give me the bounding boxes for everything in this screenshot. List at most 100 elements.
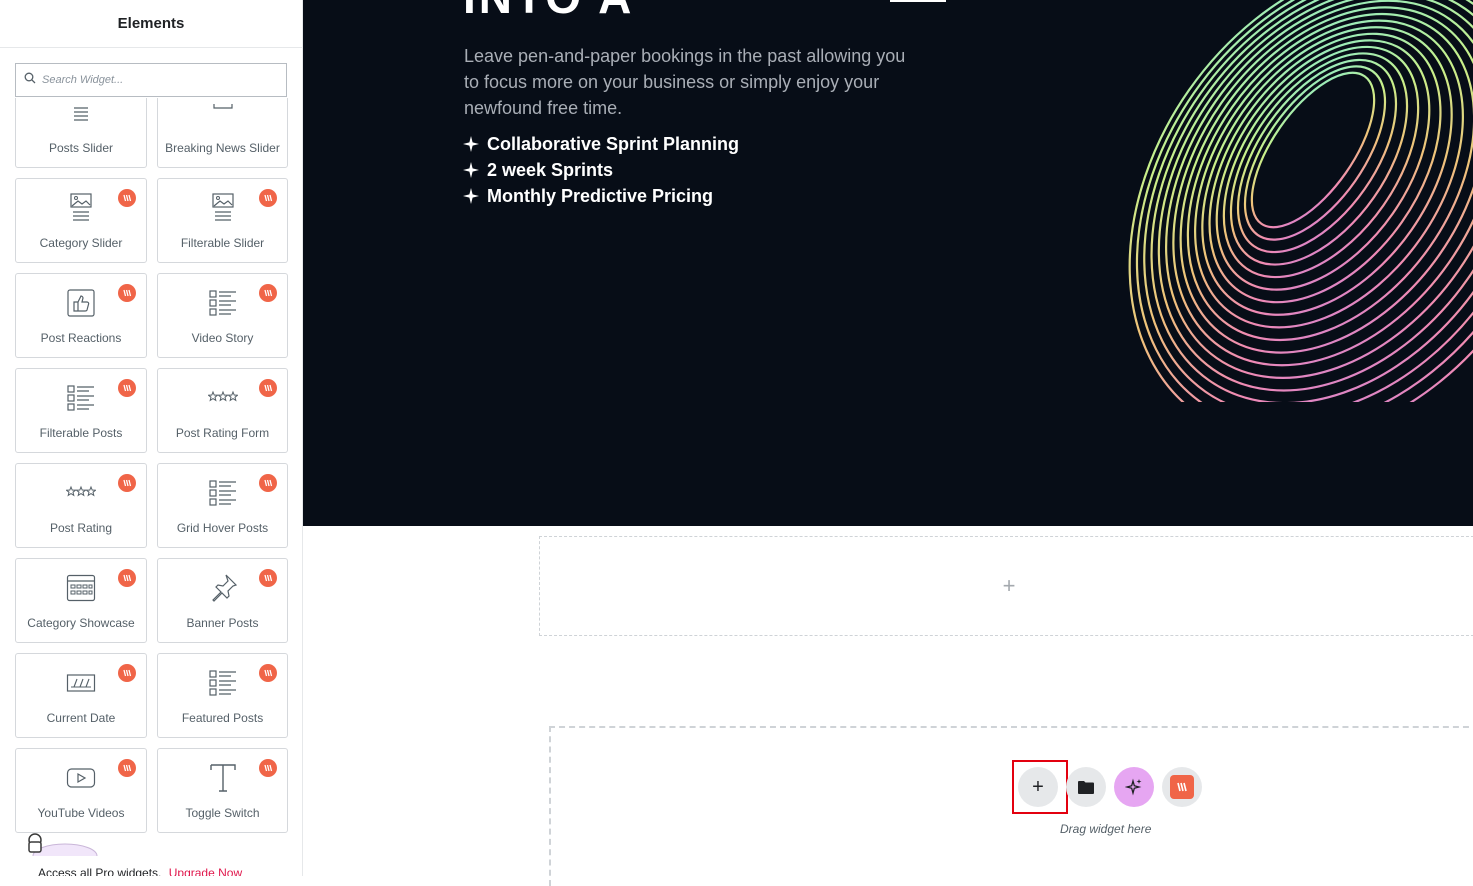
pro-badge-icon bbox=[118, 474, 136, 492]
stars-icon bbox=[207, 383, 238, 413]
image-lines-icon bbox=[66, 193, 96, 223]
widget-label: Featured Posts bbox=[181, 711, 264, 725]
sparkle-icon bbox=[463, 136, 479, 152]
panel-title: Elements bbox=[0, 0, 302, 48]
widget-label: Banner Posts bbox=[186, 616, 259, 630]
search-input[interactable] bbox=[42, 74, 262, 86]
spiral-graphic bbox=[1128, 0, 1473, 402]
widget-label: Category Showcase bbox=[27, 616, 135, 630]
pro-badge-icon bbox=[118, 664, 136, 682]
widget-youtube-videos[interactable]: YouTube Videos bbox=[15, 748, 147, 833]
add-element-button[interactable]: + bbox=[1018, 767, 1058, 807]
drag-widget-label: Drag widget here bbox=[1060, 822, 1152, 836]
widget-list[interactable]: Posts Slider Breaking News Slider Category… bbox=[15, 98, 295, 858]
widget-filterable-slider[interactable]: Filterable Slider bbox=[157, 178, 288, 263]
widget-current-date[interactable]: Current Date bbox=[15, 653, 147, 738]
feature-item: Monthly Predictive Pricing bbox=[463, 183, 739, 209]
sparkle-icon bbox=[463, 162, 479, 178]
image-lines-icon bbox=[208, 193, 238, 223]
hero-section[interactable]: INTO A Leave pen-and-paper bookings in t… bbox=[303, 0, 1473, 526]
widget-category-showcase[interactable]: Category Showcase bbox=[15, 558, 147, 643]
list-icon bbox=[208, 668, 238, 698]
text-icon bbox=[208, 763, 238, 793]
widget-featured-posts[interactable]: Featured Posts bbox=[157, 653, 288, 738]
pro-badge-icon bbox=[118, 189, 136, 207]
widget-grid-hover-posts[interactable]: Grid Hover Posts bbox=[157, 463, 288, 548]
empty-section[interactable]: + bbox=[539, 536, 1473, 636]
widget-label: YouTube Videos bbox=[37, 806, 125, 820]
widget-filterable-posts[interactable]: Filterable Posts bbox=[15, 368, 147, 453]
slider-icon bbox=[208, 98, 238, 128]
widget-label: Filterable Slider bbox=[180, 236, 265, 250]
feature-text: Monthly Predictive Pricing bbox=[487, 186, 714, 206]
spiral-ring bbox=[1208, 32, 1442, 304]
widget-banner-posts[interactable]: Banner Posts bbox=[157, 558, 288, 643]
ai-button[interactable] bbox=[1114, 767, 1154, 807]
ai-sparkle-icon bbox=[1125, 778, 1142, 796]
pro-badge-icon bbox=[259, 759, 277, 777]
widget-post-reactions[interactable]: Post Reactions bbox=[15, 273, 147, 358]
pin-icon bbox=[208, 573, 238, 603]
widget-label: Breaking News Slider bbox=[165, 141, 280, 155]
widget-label: Filterable Posts bbox=[39, 426, 123, 440]
pro-badge-icon bbox=[259, 569, 277, 587]
pro-badge-icon bbox=[118, 379, 136, 397]
widget-label: Toggle Switch bbox=[185, 806, 260, 820]
date-icon bbox=[66, 668, 96, 698]
feature-text: 2 week Sprints bbox=[487, 160, 614, 180]
list-icon bbox=[208, 288, 238, 318]
thumbs-up-icon bbox=[66, 288, 96, 318]
add-section-icon[interactable]: + bbox=[1003, 573, 1016, 599]
widget-label: Post Reactions bbox=[40, 331, 122, 345]
widget-breaking-news-slider[interactable]: Breaking News Slider bbox=[157, 98, 288, 168]
spiral-ring bbox=[1215, 39, 1431, 291]
widget-posts-slider[interactable]: Posts Slider bbox=[15, 98, 147, 168]
plus-icon: + bbox=[1032, 775, 1044, 798]
footer-text: Access all Pro widgets. bbox=[38, 866, 162, 876]
pro-badge-icon bbox=[118, 284, 136, 302]
search-box[interactable] bbox=[15, 63, 287, 97]
stars-icon bbox=[66, 478, 96, 508]
elements-panel: Elements Posts Slider Breaking News Slide… bbox=[0, 0, 303, 876]
hero-title: INTO A bbox=[463, 0, 634, 24]
pro-badge-icon bbox=[259, 474, 277, 492]
upgrade-footer: Access all Pro widgets. Upgrade Now bbox=[0, 856, 302, 876]
title-underline bbox=[890, 0, 946, 2]
pro-badge-icon bbox=[259, 379, 277, 397]
pro-badge-icon bbox=[118, 569, 136, 587]
widget-label: Grid Hover Posts bbox=[176, 521, 269, 535]
pro-badge-icon bbox=[259, 664, 277, 682]
widget-label: Post Rating Form bbox=[175, 426, 270, 440]
lines-icon bbox=[66, 98, 96, 128]
hero-description: Leave pen-and-paper bookings in the past… bbox=[464, 46, 906, 118]
play-icon bbox=[66, 763, 96, 793]
widget-post-rating-form[interactable]: Post Rating Form bbox=[157, 368, 288, 453]
widget-label: Current Date bbox=[46, 711, 116, 725]
list-icon bbox=[208, 478, 238, 508]
widget-drop-area[interactable] bbox=[549, 726, 1473, 886]
folder-icon bbox=[1078, 781, 1094, 794]
widget-label: Posts Slider bbox=[48, 141, 114, 155]
widget-label: Post Rating bbox=[49, 521, 113, 535]
widget-post-rating[interactable]: Post Rating bbox=[15, 463, 147, 548]
pro-logo-icon bbox=[1170, 775, 1194, 799]
feature-text: Collaborative Sprint Planning bbox=[487, 134, 740, 154]
widget-toggle-switch[interactable]: Toggle Switch bbox=[157, 748, 288, 833]
feature-item: 2 week Sprints bbox=[463, 157, 739, 183]
pro-badge-icon bbox=[259, 189, 277, 207]
pro-badge-icon bbox=[118, 759, 136, 777]
widget-category-slider[interactable]: Category Slider bbox=[15, 178, 147, 263]
spiral-ring bbox=[1222, 45, 1420, 279]
widget-label: Video Story bbox=[191, 331, 254, 345]
search-icon bbox=[24, 71, 36, 89]
calendar-grid-icon bbox=[66, 573, 96, 603]
feature-list: Collaborative Sprint Planning 2 week Spr… bbox=[463, 131, 739, 209]
upgrade-link[interactable]: Upgrade Now bbox=[169, 866, 242, 876]
pro-badge-icon bbox=[259, 284, 277, 302]
template-library-button[interactable] bbox=[1066, 767, 1106, 807]
sparkle-icon bbox=[463, 188, 479, 204]
drop-area-buttons: + bbox=[1018, 767, 1202, 807]
pro-library-button[interactable] bbox=[1162, 767, 1202, 807]
feature-item: Collaborative Sprint Planning bbox=[463, 131, 739, 157]
widget-video-story[interactable]: Video Story bbox=[157, 273, 288, 358]
